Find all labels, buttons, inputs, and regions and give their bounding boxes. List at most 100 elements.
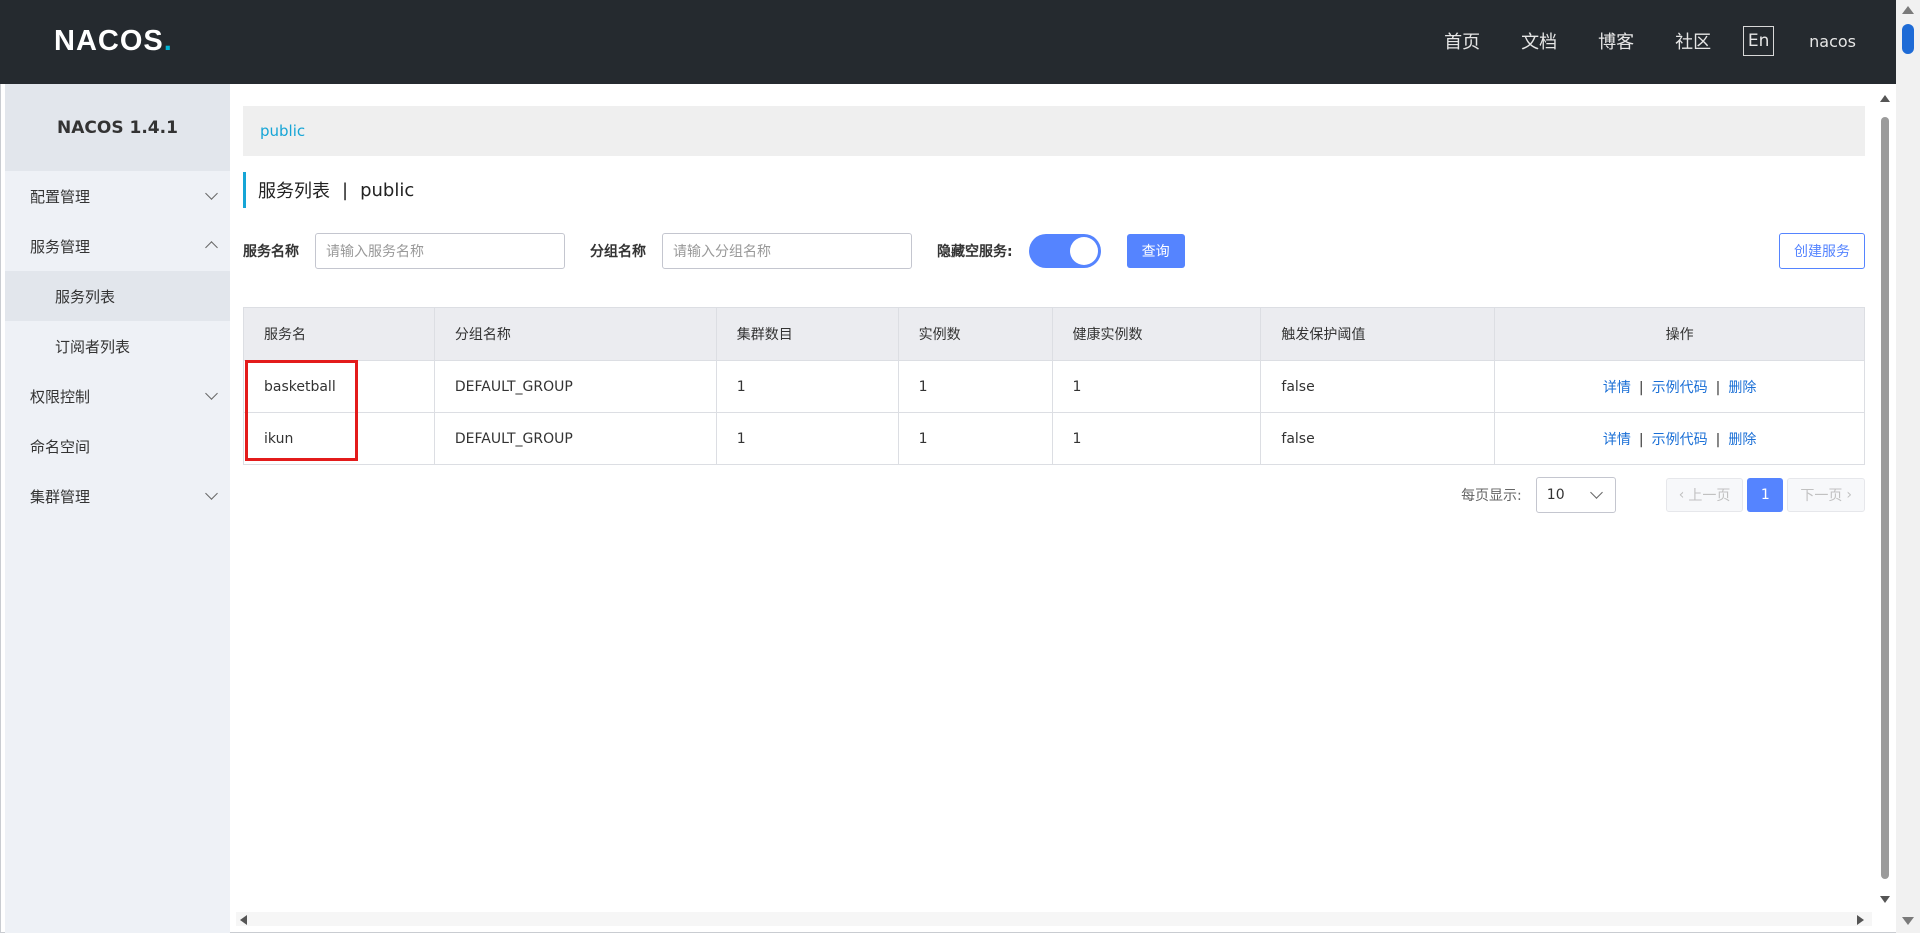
table-header-row: 服务名 分组名称 集群数目 实例数 健康实例数 触发保护阈值 操作 [243,307,1865,361]
next-page-label: 下一页 [1800,488,1843,504]
action-separator: | [1638,431,1644,448]
sidebar-item-label: 配置管理 [30,187,91,206]
sidebar-item-label: 服务管理 [30,237,91,256]
sidebar-item-service-list[interactable]: 服务列表 [5,271,230,321]
page-title: 服务列表 | public [243,172,414,208]
sidebar-item-subscribers[interactable]: 订阅者列表 [5,321,230,371]
cell-cluster-count: 1 [716,412,899,465]
language-switch-button[interactable]: En [1743,26,1775,56]
sidebar-item-label: 集群管理 [30,487,91,506]
scroll-thumb[interactable] [1881,117,1889,879]
sidebar-title: NACOS 1.4.1 [5,84,230,171]
hide-empty-toggle[interactable] [1028,234,1101,268]
sample-code-link[interactable]: 示例代码 [1652,380,1708,396]
cell-healthy-count: 1 [1052,360,1262,413]
logo-dot: . [163,24,172,57]
page-size-value: 10 [1546,487,1565,503]
sidebar-item-config[interactable]: 配置管理 [5,171,230,221]
col-healthy-count: 健康实例数 [1052,307,1262,361]
top-header: NACOS. 首页 文档 博客 社区 En nacos [0,0,1896,84]
col-group-name: 分组名称 [434,307,717,361]
col-service-name: 服务名 [243,307,435,361]
cell-actions: 详情 | 示例代码 | 删除 [1494,412,1865,465]
cell-instance-count: 1 [898,412,1053,465]
group-name-label: 分组名称 [590,244,646,260]
cell-group-name: DEFAULT_GROUP [434,360,717,413]
prev-page-button[interactable]: ‹ 上一页 [1665,478,1744,512]
chevron-down-icon [205,187,218,200]
group-name-input[interactable]: 请输入分组名称 [662,233,912,269]
sidebar-item-label: 命名空间 [30,437,91,456]
chevron-down-icon [205,387,218,400]
delete-link[interactable]: 删除 [1728,432,1756,448]
col-instance-count: 实例数 [898,307,1053,361]
filter-bar: 服务名称 请输入服务名称 分组名称 请输入分组名称 隐藏空服务: 查询 创建服务 [243,233,1865,269]
page-size-label: 每页显示: [1461,488,1522,504]
cell-service-name: ikun [243,412,435,465]
scroll-up-icon[interactable] [1880,95,1890,102]
action-separator: | [1638,379,1644,396]
scroll-down-icon[interactable] [1902,917,1914,925]
content-vertical-scrollbar[interactable] [1878,93,1892,905]
pagination: 每页显示: 10 ‹ 上一页 1 下一页 › [1461,477,1865,513]
chevron-up-icon [205,241,218,254]
nav-home[interactable]: 首页 [1444,28,1480,54]
chevron-left-icon: ‹ [1678,487,1685,503]
cell-cluster-count: 1 [716,360,899,413]
logo-text: NACOS [54,24,164,57]
cell-threshold: false [1260,412,1496,465]
current-page-button[interactable]: 1 [1747,478,1784,512]
service-name-input[interactable]: 请输入服务名称 [315,233,565,269]
col-cluster-count: 集群数目 [716,307,899,361]
page-title-namespace: public [360,179,415,201]
hide-empty-label: 隐藏空服务: [937,244,1013,260]
namespace-link[interactable]: public [260,122,305,140]
page-title-text: 服务列表 [258,181,330,202]
sidebar-item-namespace[interactable]: 命名空间 [5,421,230,471]
sidebar-item-permissions[interactable]: 权限控制 [5,371,230,421]
window-scrollbar[interactable] [1896,0,1920,933]
prev-page-label: 上一页 [1688,488,1731,504]
sample-code-link[interactable]: 示例代码 [1652,432,1708,448]
top-nav: 首页 文档 博客 社区 En nacos [1403,26,1856,56]
cell-actions: 详情 | 示例代码 | 删除 [1494,360,1865,413]
namespace-bar: public [243,106,1865,156]
title-separator: | [342,179,349,201]
delete-link[interactable]: 删除 [1728,380,1756,396]
nav-community[interactable]: 社区 [1675,28,1711,54]
detail-link[interactable]: 详情 [1603,432,1631,448]
next-page-button[interactable]: 下一页 › [1787,478,1865,512]
content-horizontal-scrollbar[interactable] [236,912,1872,926]
service-name-label: 服务名称 [243,244,299,260]
cell-group-name: DEFAULT_GROUP [434,412,717,465]
page-size-select[interactable]: 10 [1535,477,1616,513]
sidebar-item-label: 权限控制 [30,387,91,406]
toggle-knob [1069,237,1098,265]
nav-docs[interactable]: 文档 [1521,28,1557,54]
col-threshold: 触发保护阈值 [1260,307,1496,361]
chevron-down-icon [1589,486,1603,499]
nav-blog[interactable]: 博客 [1598,28,1634,54]
scroll-right-icon[interactable] [1857,915,1864,925]
scroll-left-icon[interactable] [240,915,247,925]
nacos-logo[interactable]: NACOS. [54,24,172,58]
user-name[interactable]: nacos [1809,32,1856,51]
sidebar-item-service[interactable]: 服务管理 [5,221,230,271]
scroll-thumb[interactable] [1902,24,1914,54]
chevron-right-icon: › [1846,487,1852,503]
query-button[interactable]: 查询 [1126,234,1185,268]
cell-instance-count: 1 [898,360,1053,413]
scroll-down-icon[interactable] [1880,896,1890,903]
table-row: basketball DEFAULT_GROUP 1 1 1 false 详情 |… [243,360,1865,413]
sidebar-item-cluster[interactable]: 集群管理 [5,471,230,521]
sidebar: NACOS 1.4.1 配置管理 服务管理 服务列表 订阅者列表 权限控制 命名… [5,84,230,933]
main-content: public 服务列表 | public 服务名称 请输入服务名称 分组名称 请… [230,84,1872,908]
action-separator: | [1715,379,1721,396]
scroll-up-icon[interactable] [1902,6,1914,14]
detail-link[interactable]: 详情 [1603,380,1631,396]
col-actions: 操作 [1494,307,1865,361]
create-service-button[interactable]: 创建服务 [1779,233,1865,269]
cell-threshold: false [1260,360,1496,413]
table-row: ikun DEFAULT_GROUP 1 1 1 false 详情 | 示例代码 | 删… [243,412,1865,465]
cell-service-name: basketball [243,360,435,413]
